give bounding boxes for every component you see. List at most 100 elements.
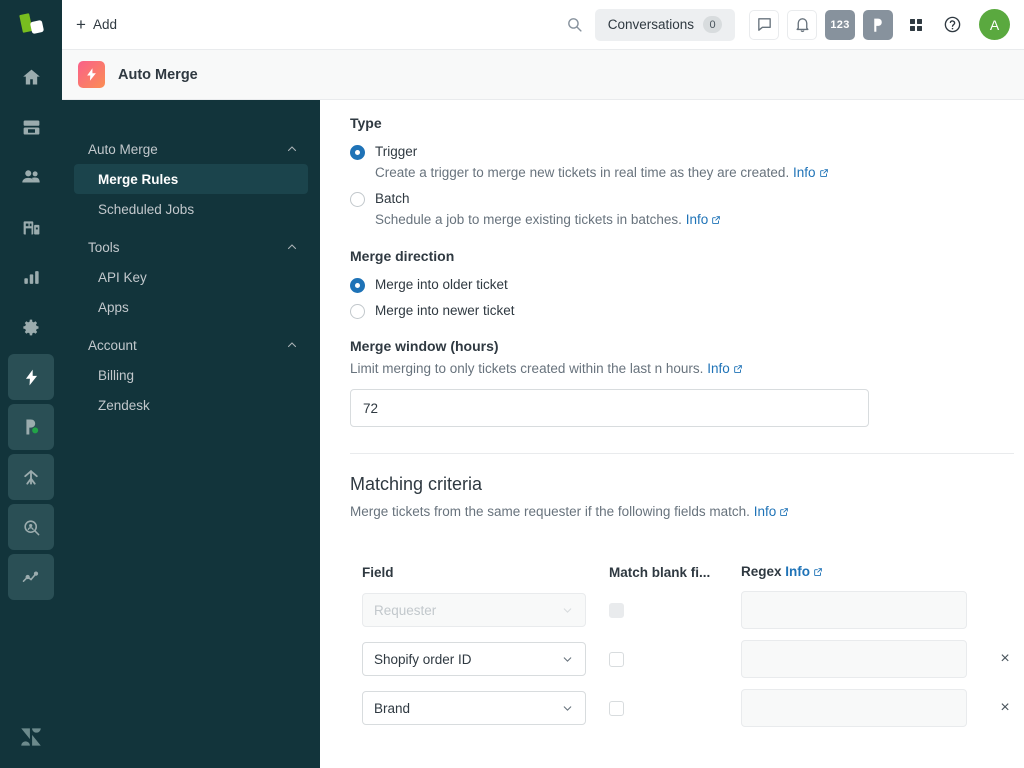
chevron-up-icon	[286, 339, 298, 351]
match-blank-checkbox-shopify-order-id[interactable]	[609, 651, 624, 667]
type-heading: Type	[350, 115, 382, 131]
page-body: Auto Merge Merge Rules Scheduled Jobs To…	[62, 100, 1024, 768]
sidebar-item-label: API Key	[98, 269, 147, 285]
regex-input-shopify-order-id[interactable]	[741, 640, 967, 678]
reporting-icon[interactable]	[8, 254, 54, 300]
radio-trigger-label: Trigger	[375, 144, 418, 159]
global-nav-rail	[0, 0, 62, 768]
remove-row-button[interactable]: ×	[993, 647, 1017, 671]
rail-icon-list	[8, 50, 54, 600]
lightning-bolt-icon	[78, 61, 105, 88]
conversations-count-badge: 0	[703, 16, 722, 33]
analytics-line-icon[interactable]	[8, 554, 54, 600]
nav-group-account[interactable]: Account	[76, 330, 308, 360]
external-link-icon	[813, 565, 823, 580]
regex-label: Regex	[741, 564, 782, 579]
criteria-blank-cell	[609, 651, 741, 667]
chevron-down-icon	[561, 653, 574, 666]
matching-criteria-section: Matching criteria Merge tickets from the…	[350, 474, 1010, 727]
section-divider	[350, 453, 1014, 454]
customers-icon[interactable]	[8, 154, 54, 200]
zendesk-logo-icon[interactable]	[0, 706, 62, 768]
search-icon[interactable]	[555, 16, 595, 33]
radio-older-label: Merge into older ticket	[375, 277, 508, 292]
criteria-field-cell: Requester	[362, 593, 609, 627]
help-circle-icon[interactable]	[937, 10, 967, 40]
sidebar-item-billing[interactable]: Billing	[74, 360, 308, 390]
secondary-nav: Auto Merge Merge Rules Scheduled Jobs To…	[62, 100, 320, 768]
match-blank-checkbox-brand[interactable]	[609, 700, 624, 716]
nav-group-tools[interactable]: Tools	[76, 232, 308, 262]
search-user-icon[interactable]	[8, 504, 54, 550]
add-button-label: Add	[92, 17, 117, 32]
proactive-p-icon[interactable]	[8, 404, 54, 450]
regex-input-brand[interactable]	[741, 689, 967, 727]
avatar[interactable]: A	[979, 9, 1010, 40]
nav-group-label: Tools	[88, 239, 120, 255]
column-header-regex: Regex Info	[741, 564, 973, 580]
radio-trigger-input[interactable]	[350, 145, 365, 160]
radio-batch-label: Batch	[375, 191, 410, 206]
auto-merge-bolt-icon[interactable]	[8, 354, 54, 400]
nav-group-auto-merge[interactable]: Auto Merge	[76, 134, 308, 164]
views-icon[interactable]	[8, 104, 54, 150]
radio-batch-input[interactable]	[350, 192, 365, 207]
nav-gap	[62, 224, 320, 232]
field-select-shopify-order-id[interactable]: Shopify order ID	[362, 642, 586, 676]
home-icon[interactable]	[8, 54, 54, 100]
sidebar-item-label: Merge Rules	[98, 171, 179, 187]
radio-option-batch[interactable]: Batch	[350, 189, 1000, 208]
batch-info-link[interactable]: Info	[686, 212, 709, 227]
merge-window-input[interactable]: 72	[350, 389, 869, 427]
sidebar-item-label: Billing	[98, 367, 135, 383]
merge-window-info-link[interactable]: Info	[707, 361, 730, 376]
sidebar-item-zendesk[interactable]: Zendesk	[74, 390, 308, 420]
conversations-button[interactable]: Conversations 0	[594, 8, 735, 41]
match-blank-checkbox-requester	[609, 602, 624, 618]
criteria-regex-cell	[741, 591, 973, 629]
sidebar-item-merge-rules[interactable]: Merge Rules	[74, 164, 308, 194]
regex-info-link[interactable]: Info	[785, 564, 810, 579]
merge-window-desc-text: Limit merging to only tickets created wi…	[350, 361, 704, 376]
trigger-info-link[interactable]: Info	[793, 165, 816, 180]
sidebar-item-label: Apps	[98, 299, 129, 315]
proactive-button[interactable]	[863, 9, 893, 40]
criteria-info-link[interactable]: Info	[754, 504, 777, 519]
numbers-button[interactable]: 123	[825, 9, 855, 40]
criteria-table-header: Field Match blank fi... Regex Info	[350, 564, 1000, 580]
sidebar-item-scheduled-jobs[interactable]: Scheduled Jobs	[74, 194, 308, 224]
remove-row-button[interactable]: ×	[993, 696, 1017, 720]
sidebar-item-api-key[interactable]: API Key	[74, 262, 308, 292]
criteria-remove-cell: ×	[973, 647, 1013, 671]
product-logo[interactable]	[0, 0, 62, 50]
field-select-value: Shopify order ID	[374, 651, 472, 667]
criteria-blank-cell	[609, 700, 741, 716]
criteria-desc-text: Merge tickets from the same requester if…	[350, 504, 750, 519]
radio-option-older[interactable]: Merge into older ticket	[350, 275, 1000, 294]
settings-content: Type Trigger Create a trigger to merge n…	[320, 100, 1024, 768]
column-header-field: Field	[362, 564, 394, 580]
matching-criteria-heading: Matching criteria	[350, 474, 483, 494]
matching-criteria-description: Merge tickets from the same requester if…	[350, 502, 1000, 522]
merge-window-heading: Merge window (hours)	[350, 338, 499, 354]
field-select-brand[interactable]: Brand	[362, 691, 586, 725]
radio-option-trigger[interactable]: Trigger	[350, 142, 1000, 161]
chevron-up-icon	[286, 241, 298, 253]
chat-bubble-icon[interactable]	[749, 9, 779, 40]
merge-window-description: Limit merging to only tickets created wi…	[350, 359, 1000, 379]
radio-newer-input[interactable]	[350, 304, 365, 319]
radio-batch-description: Schedule a job to merge existing tickets…	[375, 210, 1000, 230]
sidebar-item-apps[interactable]: Apps	[74, 292, 308, 322]
app-header: Auto Merge	[62, 50, 1024, 100]
bell-icon[interactable]	[787, 9, 817, 40]
nav-gap	[62, 322, 320, 330]
radio-older-input[interactable]	[350, 278, 365, 293]
organizations-icon[interactable]	[8, 204, 54, 250]
admin-gear-icon[interactable]	[8, 304, 54, 350]
merge-arrow-icon[interactable]	[8, 454, 54, 500]
merge-window-section: Merge window (hours) Limit merging to on…	[350, 338, 1000, 427]
apps-grid-icon[interactable]	[901, 10, 931, 40]
add-button[interactable]: + Add	[76, 16, 117, 33]
radio-trigger-description: Create a trigger to merge new tickets in…	[375, 163, 1000, 183]
radio-option-newer[interactable]: Merge into newer ticket	[350, 301, 1000, 320]
